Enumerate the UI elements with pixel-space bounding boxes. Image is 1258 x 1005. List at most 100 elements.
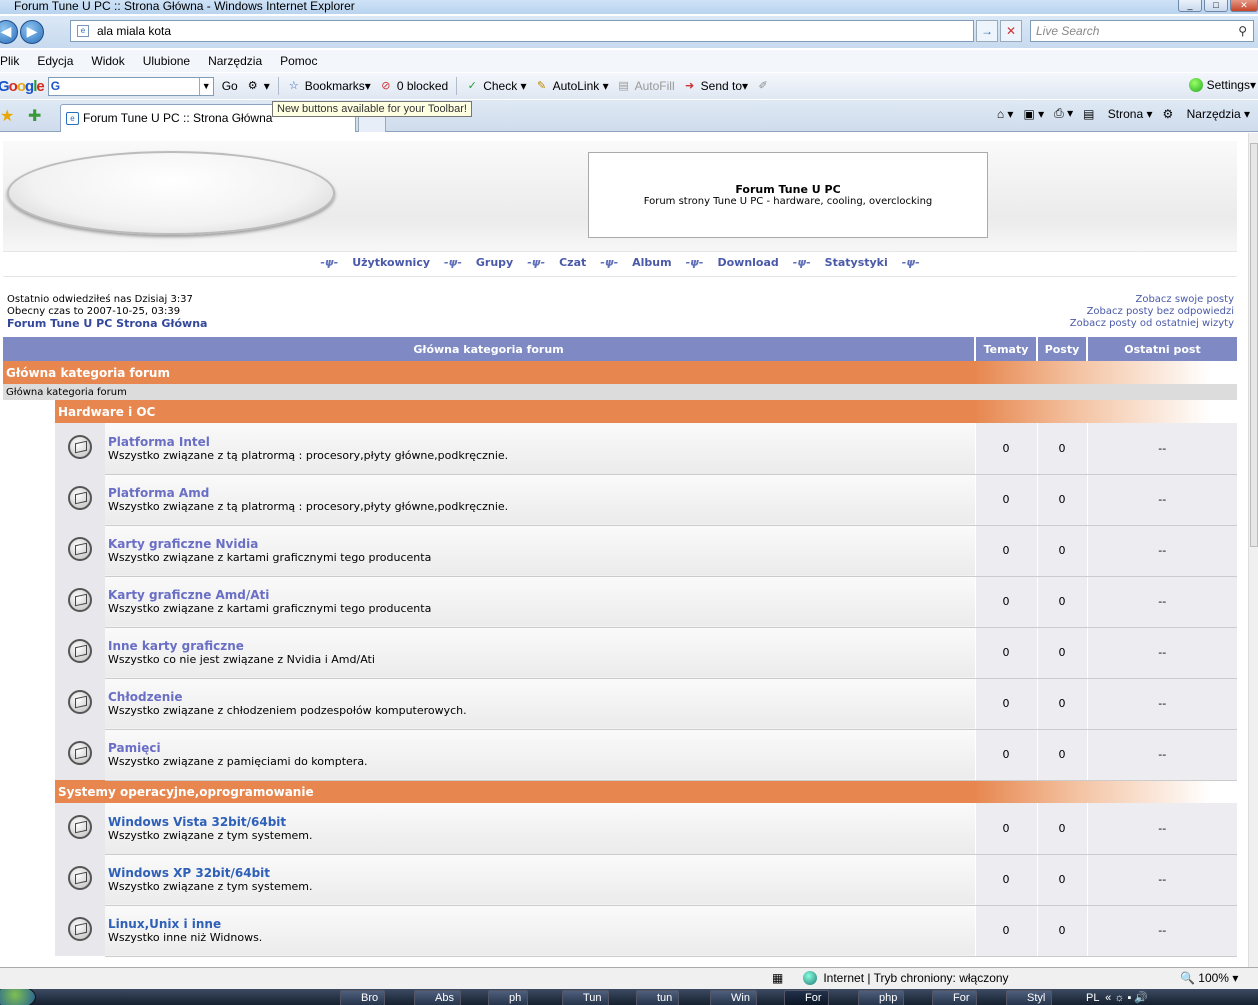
forum-link[interactable]: Karty graficzne Amd/Ati [108, 588, 975, 602]
forward-button[interactable]: ▶ [20, 20, 44, 44]
chevron-down-icon[interactable]: ▼ [198, 77, 213, 95]
tools-menu[interactable]: ⚙ Narzędzia ▾ [1163, 107, 1250, 121]
forum-link[interactable]: Chłodzenie [108, 690, 975, 704]
header-category: Główna kategoria forum [3, 337, 976, 361]
forum-link[interactable]: Pamięci [108, 741, 975, 755]
forum-read-icon [68, 917, 92, 941]
toolbar-options-icon[interactable]: ⚙ ▾ [246, 79, 270, 93]
taskbar-button[interactable]: For [784, 990, 829, 1005]
search-icon[interactable]: ⚲ [1238, 21, 1247, 41]
forum-info-cell: Pamięci Wszystko związane z pamięciami d… [105, 729, 975, 781]
forum-row: Platforma Amd Wszystko związane z tą pla… [3, 474, 1237, 526]
taskbar-button[interactable]: php [858, 990, 905, 1005]
taskbar-button[interactable]: Abs [414, 990, 461, 1005]
nav-uzytkownicy[interactable]: Użytkownicy [352, 256, 430, 269]
settings-button[interactable]: Settings ▾ [1188, 78, 1256, 92]
popup-blocker-button[interactable]: ⊘ 0 blocked [379, 79, 448, 93]
nav-download[interactable]: Download [717, 256, 778, 269]
spellcheck-button[interactable]: ✓ Check ▾ [465, 79, 527, 93]
taskbar-button[interactable]: tun [636, 990, 680, 1005]
vertical-scrollbar[interactable] [1248, 133, 1258, 967]
sendto-button[interactable]: ➜ Send to ▾ [683, 79, 748, 93]
forum-row: Karty graficzne Amd/Ati Wszystko związan… [3, 576, 1237, 628]
last-post: -- [1086, 854, 1237, 906]
google-go-button[interactable]: Go [222, 79, 238, 93]
taskbar-button[interactable]: Tun [562, 990, 609, 1005]
favorites-star-icon[interactable]: ★ [0, 106, 14, 126]
menu-ulubione[interactable]: Ulubione [143, 54, 190, 68]
nav-album[interactable]: Album [632, 256, 671, 269]
forum-link[interactable]: Karty graficzne Nvidia [108, 537, 975, 551]
stop-icon[interactable]: ✕ [1000, 20, 1022, 42]
last-post: -- [1086, 678, 1237, 730]
category-title[interactable]: Główna kategoria forum [3, 361, 975, 384]
autolink-button[interactable]: ✎ AutoLink ▾ [535, 79, 609, 93]
last-post: -- [1086, 627, 1237, 679]
security-zone[interactable]: ▦ Internet | Tryb chroniony: włączony [772, 971, 1009, 985]
forum-link[interactable]: Platforma Amd [108, 486, 975, 500]
nav-statystyki[interactable]: Statystyki [825, 256, 888, 269]
bookmarks-button[interactable]: ☆ Bookmarks ▾ [287, 79, 371, 93]
window-titlebar: Forum Tune U PC :: Strona Główna - Windo… [0, 0, 1258, 14]
taskbar-button[interactable]: Bro [340, 990, 386, 1005]
taskbar-button[interactable]: ph [488, 990, 529, 1005]
add-favorite-icon[interactable]: ✚ [28, 106, 41, 126]
print-icon[interactable]: ⎙ ▾ [1054, 106, 1073, 121]
menu-pomoc[interactable]: Pomoc [280, 54, 317, 68]
settings-status-icon [1188, 78, 1203, 92]
forum-row: Chłodzenie Wszystko związane z chłodzeni… [3, 678, 1237, 730]
home-icon[interactable]: ⌂ ▾ [997, 107, 1014, 121]
section-title[interactable]: Systemy operacyjne,oprogramowanie [55, 780, 975, 803]
start-button[interactable] [0, 989, 36, 1005]
taskbar-button[interactable]: Styl [1006, 990, 1053, 1005]
forum-link[interactable]: Inne karty graficzne [108, 639, 975, 653]
forum-link[interactable]: Windows Vista 32bit/64bit [108, 815, 975, 829]
new-posts-link[interactable]: Zobacz posty od ostatniej wizyty [1070, 318, 1234, 330]
feeds-icon[interactable]: ▣ ▾ [1023, 107, 1044, 121]
autofill-label: AutoFill [634, 79, 675, 93]
indent-cell [3, 905, 55, 956]
forum-read-icon [68, 588, 92, 612]
nav-czat[interactable]: Czat [559, 256, 586, 269]
taskbar-button[interactable]: For [932, 990, 977, 1005]
minimize-button[interactable]: _ [1178, 0, 1202, 12]
nav-grupy[interactable]: Grupy [476, 256, 513, 269]
google-search-input[interactable]: G ▼ [47, 76, 214, 96]
zoom-control[interactable]: 🔍 100% ▾ [1180, 971, 1238, 985]
taskbar-button[interactable]: Win [710, 990, 757, 1005]
maximize-button[interactable]: □ [1204, 0, 1228, 12]
forum-status-cell [55, 729, 105, 780]
pencil-icon[interactable]: ✐ [756, 79, 774, 93]
section-title[interactable]: Hardware i OC [55, 400, 975, 423]
nav-separator-icon: -ψ- [792, 256, 811, 269]
live-search-input[interactable]: Live Search ⚲ [1030, 20, 1254, 42]
menu-plik[interactable]: Plik [0, 54, 19, 68]
autofill-button[interactable]: ▤ AutoFill [617, 79, 675, 93]
posts-count: 0 [1036, 678, 1087, 730]
forum-link[interactable]: Platforma Intel [108, 435, 975, 449]
forum-status-cell [55, 905, 105, 956]
visit-info: Ostatnio odwiedziłeś nas Dzisiaj 3:37 Ob… [7, 294, 207, 330]
forum-info-cell: Windows XP 32bit/64bit Wszystko związane… [105, 854, 975, 906]
nav-separator-icon: -ψ- [600, 256, 619, 269]
own-posts-link[interactable]: Zobacz swoje posty [1070, 294, 1234, 306]
forum-link[interactable]: Linux,Unix i inne [108, 917, 975, 931]
forum-index-link[interactable]: Forum Tune U PC Strona Główna [7, 318, 207, 330]
site-subtitle: Forum strony Tune U PC - hardware, cooli… [643, 196, 933, 207]
menu-narzedzia[interactable]: Narzędzia [208, 54, 262, 68]
indent-cell [3, 729, 55, 780]
page-menu[interactable]: ▤ Strona ▾ [1083, 107, 1152, 121]
close-button[interactable]: ✕ [1230, 0, 1258, 12]
back-button[interactable]: ◀ [0, 20, 18, 44]
unanswered-posts-link[interactable]: Zobacz posty bez odpowiedzi [1070, 306, 1234, 318]
menu-widok[interactable]: Widok [91, 54, 124, 68]
forum-logo[interactable] [7, 151, 335, 235]
scrollbar-thumb[interactable] [1250, 143, 1258, 547]
menu-edycja[interactable]: Edycja [37, 54, 73, 68]
address-input[interactable]: e ala miala kota [70, 20, 974, 42]
topics-count: 0 [974, 678, 1037, 730]
last-post: -- [1086, 525, 1237, 577]
google-logo: Google [0, 77, 45, 95]
forum-link[interactable]: Windows XP 32bit/64bit [108, 866, 975, 880]
go-arrow-icon[interactable]: → [976, 20, 998, 42]
